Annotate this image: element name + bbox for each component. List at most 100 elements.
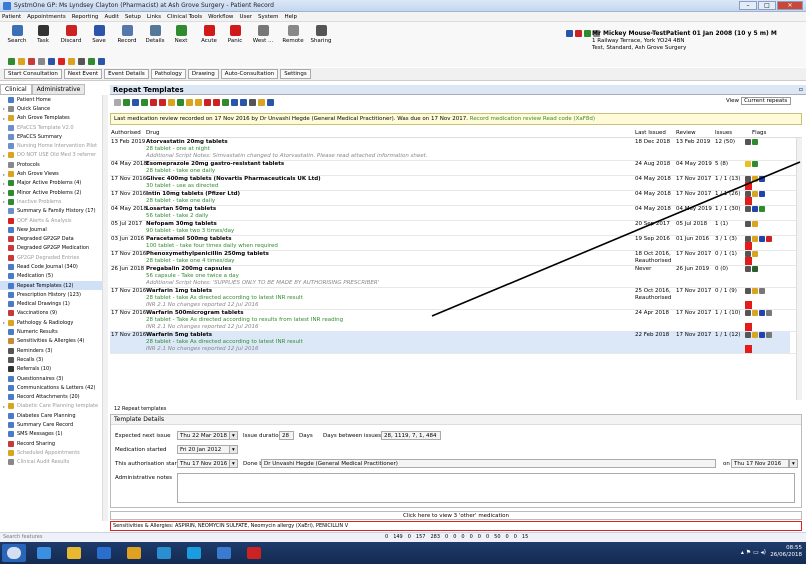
sidebar-item-referrals-10[interactable]: Referrals (10): [0, 365, 107, 374]
flag-icon[interactable]: [766, 236, 772, 242]
col-flags[interactable]: Flags: [752, 130, 766, 136]
snip-taskbar-button[interactable]: [212, 544, 236, 562]
days-between-field[interactable]: 28, 1119, 7, 1, 484: [381, 431, 441, 440]
sidebar-item-quick-glance[interactable]: ▸ Quick Glance: [0, 104, 107, 113]
expected-next-issue-field[interactable]: Thu 22 Mar 2018: [177, 431, 237, 440]
expand-arrow-icon[interactable]: ▸: [3, 404, 7, 409]
close-button[interactable]: ✕: [777, 1, 803, 10]
record-button[interactable]: Record: [114, 25, 140, 44]
sidebar-item-numeric-results[interactable]: Numeric Results: [0, 327, 107, 336]
share-icon[interactable]: [584, 30, 591, 37]
expand-arrow-icon[interactable]: ▸: [3, 172, 7, 177]
flag-icon[interactable]: [745, 221, 751, 227]
sidebar-item-new-journal[interactable]: New Journal: [0, 225, 107, 234]
flag-icon[interactable]: [759, 310, 765, 316]
flag-icon[interactable]: [752, 266, 758, 272]
chrome-taskbar-button[interactable]: [122, 544, 146, 562]
auth-dropdown-icon[interactable]: ▾: [229, 459, 238, 468]
medication-started-field[interactable]: Fri 20 Jan 2012: [177, 445, 237, 454]
col-authorised[interactable]: Authorised: [111, 130, 141, 136]
issue-duration-field[interactable]: 28: [279, 431, 294, 440]
help-icon[interactable]: [267, 98, 274, 106]
printer-icon[interactable]: [78, 58, 85, 65]
edit-icon[interactable]: [123, 98, 130, 106]
flag-icon[interactable]: [752, 288, 758, 294]
collapse-icon[interactable]: ▫: [799, 85, 803, 95]
tab-clinical[interactable]: Clinical: [0, 84, 32, 95]
maximize-button[interactable]: □: [758, 1, 776, 10]
flag-icon[interactable]: [745, 332, 751, 338]
table-row[interactable]: 17 Nov 2016 Glivec 400mg tablets (Novarti…: [110, 175, 790, 190]
acrobat-taskbar-button[interactable]: [242, 544, 266, 562]
panic-button[interactable]: Panic: [222, 25, 248, 44]
mail-icon[interactable]: [566, 30, 573, 37]
menu-item-system[interactable]: System: [258, 14, 279, 20]
menu-item-user[interactable]: User: [239, 14, 252, 20]
flag-icon[interactable]: [752, 236, 758, 242]
person-icon[interactable]: [28, 58, 35, 65]
done-by-field[interactable]: Dr Unvashi Hegde (General Medical Practi…: [261, 459, 716, 468]
ie-taskbar-button[interactable]: [32, 544, 56, 562]
table-row[interactable]: 17 Nov 2016 Warfarin 1mg tablets 28 tablet…: [110, 287, 790, 309]
auth-started-field[interactable]: Thu 17 Nov 2016: [177, 459, 237, 468]
menu-item-setup[interactable]: Setup: [125, 14, 141, 20]
expected-dropdown-icon[interactable]: ▾: [229, 431, 238, 440]
flag-icon[interactable]: [752, 221, 758, 227]
sidebar-item-nursing-home-intervention-pilot[interactable]: Nursing Home Intervention Pilot: [0, 141, 107, 150]
sidebar-item-protocols[interactable]: Protocols: [0, 160, 107, 169]
event-details-button[interactable]: Event Details: [104, 69, 149, 79]
table-icon[interactable]: [231, 98, 238, 106]
col-review[interactable]: Review: [676, 130, 696, 136]
sidebar-item-prescription-history-123[interactable]: Prescription History (123): [0, 290, 107, 299]
on-dropdown-icon[interactable]: ▾: [789, 459, 798, 468]
sidebar-item-medication-5[interactable]: Medication (5): [0, 272, 107, 281]
flag-icon[interactable]: [58, 58, 65, 65]
sidebar-item-patient-home[interactable]: Patient Home: [0, 95, 107, 104]
menu-item-help[interactable]: Help: [285, 14, 298, 20]
play-icon[interactable]: [195, 98, 202, 106]
issue-icon[interactable]: [132, 98, 139, 106]
table-row[interactable]: 26 Jun 2018 Pregabalin 200mg capsules 56 c…: [110, 265, 790, 287]
expand-arrow-icon[interactable]: ▸: [3, 320, 7, 325]
flag-icon[interactable]: [745, 266, 751, 272]
flag-icon[interactable]: [759, 332, 765, 338]
minimize-button[interactable]: –: [739, 1, 757, 10]
flag-icon[interactable]: [745, 206, 751, 212]
on-date-field[interactable]: Thu 17 Nov 2016: [731, 459, 789, 468]
flag-icon[interactable]: [752, 310, 758, 316]
table-row[interactable]: 17 Nov 2016 Intin 10mg tablets (Pfizer Lt…: [110, 190, 790, 205]
expand-arrow-icon[interactable]: ▸: [3, 199, 7, 204]
sidebar-item-sensitivities-allergies-4[interactable]: Sensitivities & Allergies (4): [0, 337, 107, 346]
sidebar-item-pathology-radiology[interactable]: ▸ Pathology & Radiology: [0, 318, 107, 327]
sidebar-item-minor-active-problems-2[interactable]: ▸ Minor Active Problems (2): [0, 188, 107, 197]
flag-icon[interactable]: [752, 161, 758, 167]
sidebar-item-ash-grove-views[interactable]: ▸ Ash Grove Views: [0, 169, 107, 178]
tab-administrative[interactable]: Administrative: [31, 84, 86, 95]
sidebar-item-medical-drawings-1[interactable]: Medical Drawings (1): [0, 300, 107, 309]
sidebar-item-scheduled-appointments[interactable]: Scheduled Appointments: [0, 448, 107, 457]
search-icon[interactable]: [177, 98, 184, 106]
sidebar-item-ash-grove-templates[interactable]: ▸ Ash Grove Templates: [0, 114, 107, 123]
warning-icon[interactable]: [186, 98, 193, 106]
sort-icon[interactable]: [258, 98, 265, 106]
chart-icon[interactable]: [88, 58, 95, 65]
flag-icon[interactable]: [752, 206, 758, 212]
flag-icon[interactable]: [766, 310, 772, 316]
table-row[interactable]: 05 Jul 2017 Nefopam 30mg tablets 90 tablet…: [110, 220, 790, 235]
delete-icon[interactable]: [159, 98, 166, 106]
cancel-icon[interactable]: [150, 98, 157, 106]
discard-button[interactable]: Discard: [58, 25, 84, 44]
sidebar-item-degraded-gp2gp-medication[interactable]: Degraded GP2GP Medication: [0, 244, 107, 253]
table-scrollbar[interactable]: [796, 138, 802, 400]
expand-arrow-icon[interactable]: ▸: [3, 181, 7, 186]
menu-item-patient[interactable]: Patient: [2, 14, 21, 20]
flag-icon[interactable]: [752, 251, 758, 257]
alert-icon[interactable]: [575, 30, 582, 37]
auto-consultation-button[interactable]: Auto-Consultation: [220, 69, 279, 79]
grid-icon[interactable]: [222, 98, 229, 106]
menu-item-links[interactable]: Links: [147, 14, 161, 20]
next-button[interactable]: Next: [168, 25, 194, 44]
folder-taskbar-button[interactable]: [62, 544, 86, 562]
sidebar-item-degraded-gp2gp-data[interactable]: Degraded GP2GP Data: [0, 234, 107, 243]
review-link[interactable]: Record medication review Read code (XaF8…: [470, 116, 595, 122]
